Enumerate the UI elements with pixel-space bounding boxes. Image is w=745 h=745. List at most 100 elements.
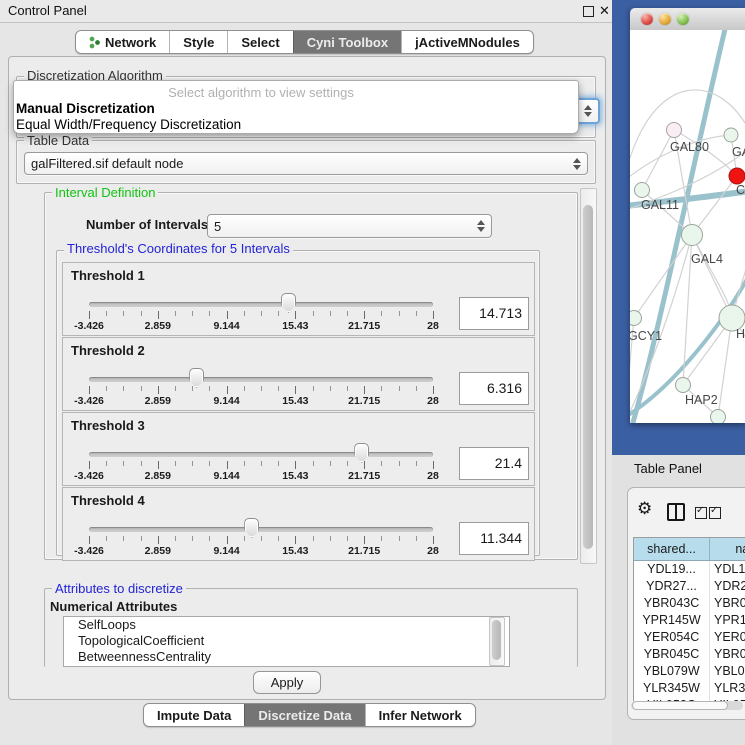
minor-tick	[209, 311, 210, 316]
slider-handle[interactable]	[281, 293, 296, 313]
app-root: Control Panel ✕ NetworkStyleSelectCyni T…	[0, 0, 745, 745]
threshold-slider[interactable]: -3.4262.8599.14415.4321.71528	[89, 516, 433, 558]
major-tick	[89, 536, 90, 544]
node-gal11[interactable]	[635, 183, 650, 198]
node-top-right[interactable]	[724, 128, 738, 142]
minor-tick	[399, 311, 400, 316]
table-hscrollbar[interactable]	[631, 701, 743, 710]
node-gcy1-label: GCY1	[630, 329, 662, 343]
thick-edge[interactable]	[632, 30, 726, 423]
network-window-titlebar[interactable]	[630, 8, 745, 31]
threshold-value-field[interactable]: 11.344	[459, 522, 529, 555]
table-cell: YBL079W	[634, 663, 710, 680]
node-table[interactable]: shared...nameYDL19...YDL19YDR27...YDR27Y…	[633, 537, 745, 701]
slider-track[interactable]	[89, 302, 433, 307]
combo-spinner-icon	[583, 104, 592, 118]
edge[interactable]	[718, 318, 732, 417]
node-hap2[interactable]	[676, 378, 691, 393]
slider-handle[interactable]	[244, 518, 259, 538]
table-row[interactable]: YDR27...YDR27	[634, 578, 745, 595]
close-traffic-light-icon[interactable]	[641, 13, 653, 25]
table-row[interactable]: YLR345WYLR34	[634, 680, 745, 697]
attributes-group-title: Attributes to discretize	[52, 581, 186, 596]
zoom-traffic-light-icon[interactable]	[677, 13, 689, 25]
node-gal80[interactable]	[667, 123, 682, 138]
table-cell: YBR04	[710, 646, 745, 663]
attribute-item-selfloops[interactable]: SelfLoops	[64, 617, 509, 633]
table-cell: YDR27	[710, 578, 745, 595]
main-scrollbar[interactable]	[580, 188, 597, 564]
tab-infer-network[interactable]: Infer Network	[365, 704, 475, 726]
dropdown-item-equal-width-frequency-discretization[interactable]: Equal Width/Frequency Discretization	[16, 117, 241, 132]
table-cell: YPR145W	[634, 612, 710, 629]
slider-track[interactable]	[89, 377, 433, 382]
network-graph: GAL80GACGAL11GAL4GCY1HHAP2	[630, 30, 745, 423]
tab-impute-data[interactable]: Impute Data	[144, 704, 244, 726]
table-row[interactable]: YER054CYER05	[634, 629, 745, 646]
node-gal4[interactable]	[682, 225, 703, 246]
minimize-traffic-light-icon[interactable]	[659, 13, 671, 25]
minor-tick	[278, 386, 279, 391]
minor-tick	[381, 311, 382, 316]
minor-tick	[330, 536, 331, 541]
node-bottom[interactable]	[711, 410, 726, 424]
checkbox-select-icon[interactable]	[695, 507, 707, 519]
minor-tick	[278, 536, 279, 541]
column-header-name[interactable]: name	[710, 538, 745, 560]
tick-label: 2.859	[135, 470, 181, 482]
slider-handle[interactable]	[354, 443, 369, 463]
node-red[interactable]	[729, 168, 745, 184]
major-tick	[158, 536, 159, 544]
threshold-label: Threshold 1	[71, 268, 145, 283]
node-right-large-label: H	[736, 327, 745, 341]
tab-discretize-data[interactable]: Discretize Data	[244, 704, 364, 726]
apply-button[interactable]: Apply	[253, 671, 321, 694]
numerical-attributes-list[interactable]: SelfLoopsTopologicalCoefficientBetweenne…	[63, 616, 510, 667]
threshold-slider[interactable]: -3.4262.8599.14415.4321.71528	[89, 366, 433, 408]
minor-tick	[381, 536, 382, 541]
table-cell: YER05	[710, 629, 745, 646]
major-tick	[364, 386, 365, 394]
table-row[interactable]: YBL079WYBL07	[634, 663, 745, 680]
column-header-shared[interactable]: shared...	[634, 538, 710, 560]
threshold-value-field[interactable]: 21.4	[459, 447, 529, 480]
minor-tick	[106, 386, 107, 391]
table-row[interactable]: YBR043CYBR04	[634, 595, 745, 612]
threshold-value-field[interactable]: 6.316	[459, 372, 529, 405]
slider-handle[interactable]	[189, 368, 204, 388]
threshold-slider[interactable]: -3.4262.8599.14415.4321.71528	[89, 291, 433, 333]
close-icon[interactable]: ✕	[599, 3, 610, 19]
slider-track[interactable]	[89, 452, 433, 457]
node-gal4-label: GAL4	[691, 252, 723, 266]
slider-track[interactable]	[89, 527, 433, 532]
node-gcy1[interactable]	[630, 311, 642, 326]
threshold-value-field[interactable]: 14.713	[459, 297, 529, 330]
dropdown-item-manual-discretization[interactable]: Manual Discretization	[16, 101, 155, 116]
attributes-scrollbar[interactable]	[489, 617, 505, 666]
edge[interactable]	[692, 176, 737, 235]
attributes-scrollbar-thumb[interactable]	[492, 620, 501, 660]
float-window-icon[interactable]	[583, 6, 594, 17]
attribute-item-topologicalcoefficient[interactable]: TopologicalCoefficient	[64, 633, 509, 649]
columns-icon[interactable]	[667, 503, 685, 521]
table-row[interactable]: YPR145WYPR14	[634, 612, 745, 629]
tick-label: -3.426	[66, 320, 112, 332]
minor-tick	[106, 311, 107, 316]
table-row[interactable]: YBR045CYBR04	[634, 646, 745, 663]
threshold-slider[interactable]: -3.4262.8599.14415.4321.71528	[89, 441, 433, 483]
minor-tick	[347, 311, 348, 316]
minor-tick	[381, 386, 382, 391]
minor-tick	[416, 536, 417, 541]
edge[interactable]	[642, 130, 674, 190]
minor-tick	[192, 536, 193, 541]
tick-label: 2.859	[135, 320, 181, 332]
checkbox-select-all-icon[interactable]	[709, 507, 721, 519]
node-red-label: C	[736, 183, 745, 197]
table-hscrollbar-thumb[interactable]	[632, 701, 728, 710]
table-row[interactable]: YDL19...YDL19	[634, 561, 745, 578]
attribute-item-betweennesscentrality[interactable]: BetweennessCentrality	[64, 649, 509, 665]
network-canvas[interactable]: GAL80GACGAL11GAL4GCY1HHAP2	[630, 30, 745, 423]
gear-icon[interactable]: ⚙	[637, 499, 652, 519]
minor-tick	[278, 461, 279, 466]
main-scrollbar-thumb[interactable]	[583, 205, 593, 549]
